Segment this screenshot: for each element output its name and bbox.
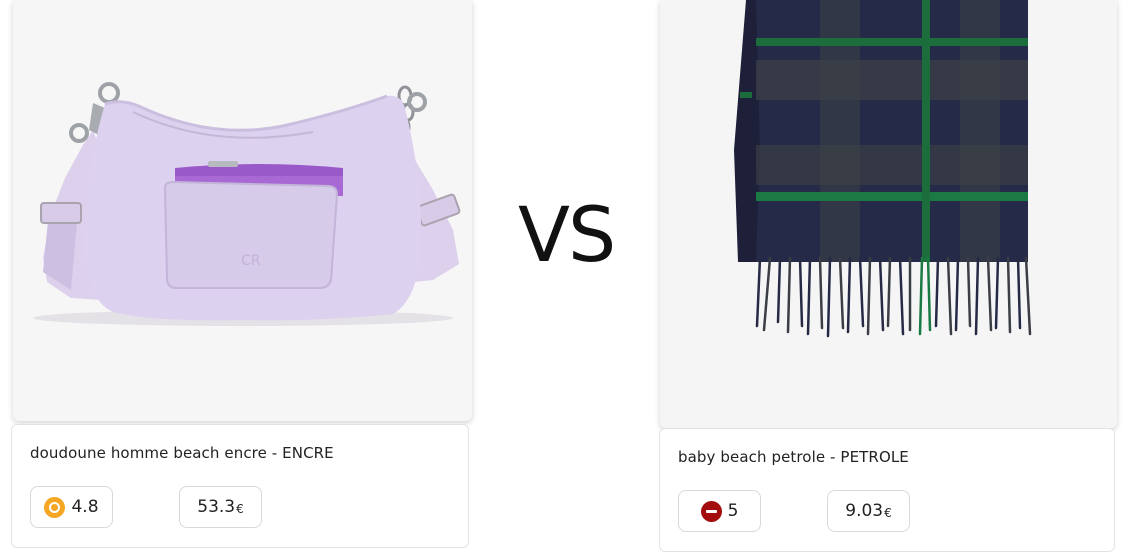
bad-score-icon — [700, 500, 722, 522]
vs-label: VS — [518, 190, 616, 279]
price-value-right: 9.03 — [845, 501, 884, 521]
lilac-shoulder-bag-image: CR — [33, 82, 461, 326]
product-image-right[interactable] — [660, 0, 1117, 428]
price-value-left: 53.3 — [197, 497, 236, 517]
product-info-left: doudoune homme beach encre - ENCRE 4.8 5… — [11, 424, 469, 548]
currency-symbol-left: € — [236, 502, 244, 516]
svg-text:CR: CR — [241, 253, 261, 269]
comparison-view: CR doudoune homme beach encre - ENCRE 4.… — [0, 0, 1136, 559]
currency-symbol-right: € — [884, 506, 892, 520]
plaid-scarf-image — [734, 0, 1032, 338]
price-pill-left[interactable]: 53.3 € — [179, 486, 262, 528]
product-image-left[interactable]: CR — [13, 0, 472, 421]
price-pill-right[interactable]: 9.03 € — [827, 490, 910, 532]
good-score-icon — [44, 496, 66, 518]
product-info-right: baby beach petrole - PETROLE 5 9.03 € — [659, 428, 1115, 552]
product-title-left[interactable]: doudoune homme beach encre - ENCRE — [30, 444, 334, 462]
score-value-right: 5 — [727, 501, 739, 521]
score-value-left: 4.8 — [71, 497, 99, 517]
score-pill-right[interactable]: 5 — [678, 490, 761, 532]
product-card-left[interactable]: CR doudoune homme beach encre - ENCRE 4.… — [11, 0, 472, 548]
product-title-right[interactable]: baby beach petrole - PETROLE — [678, 448, 909, 466]
score-pill-left[interactable]: 4.8 — [30, 486, 113, 528]
product-card-right[interactable]: baby beach petrole - PETROLE 5 9.03 € — [659, 0, 1117, 552]
